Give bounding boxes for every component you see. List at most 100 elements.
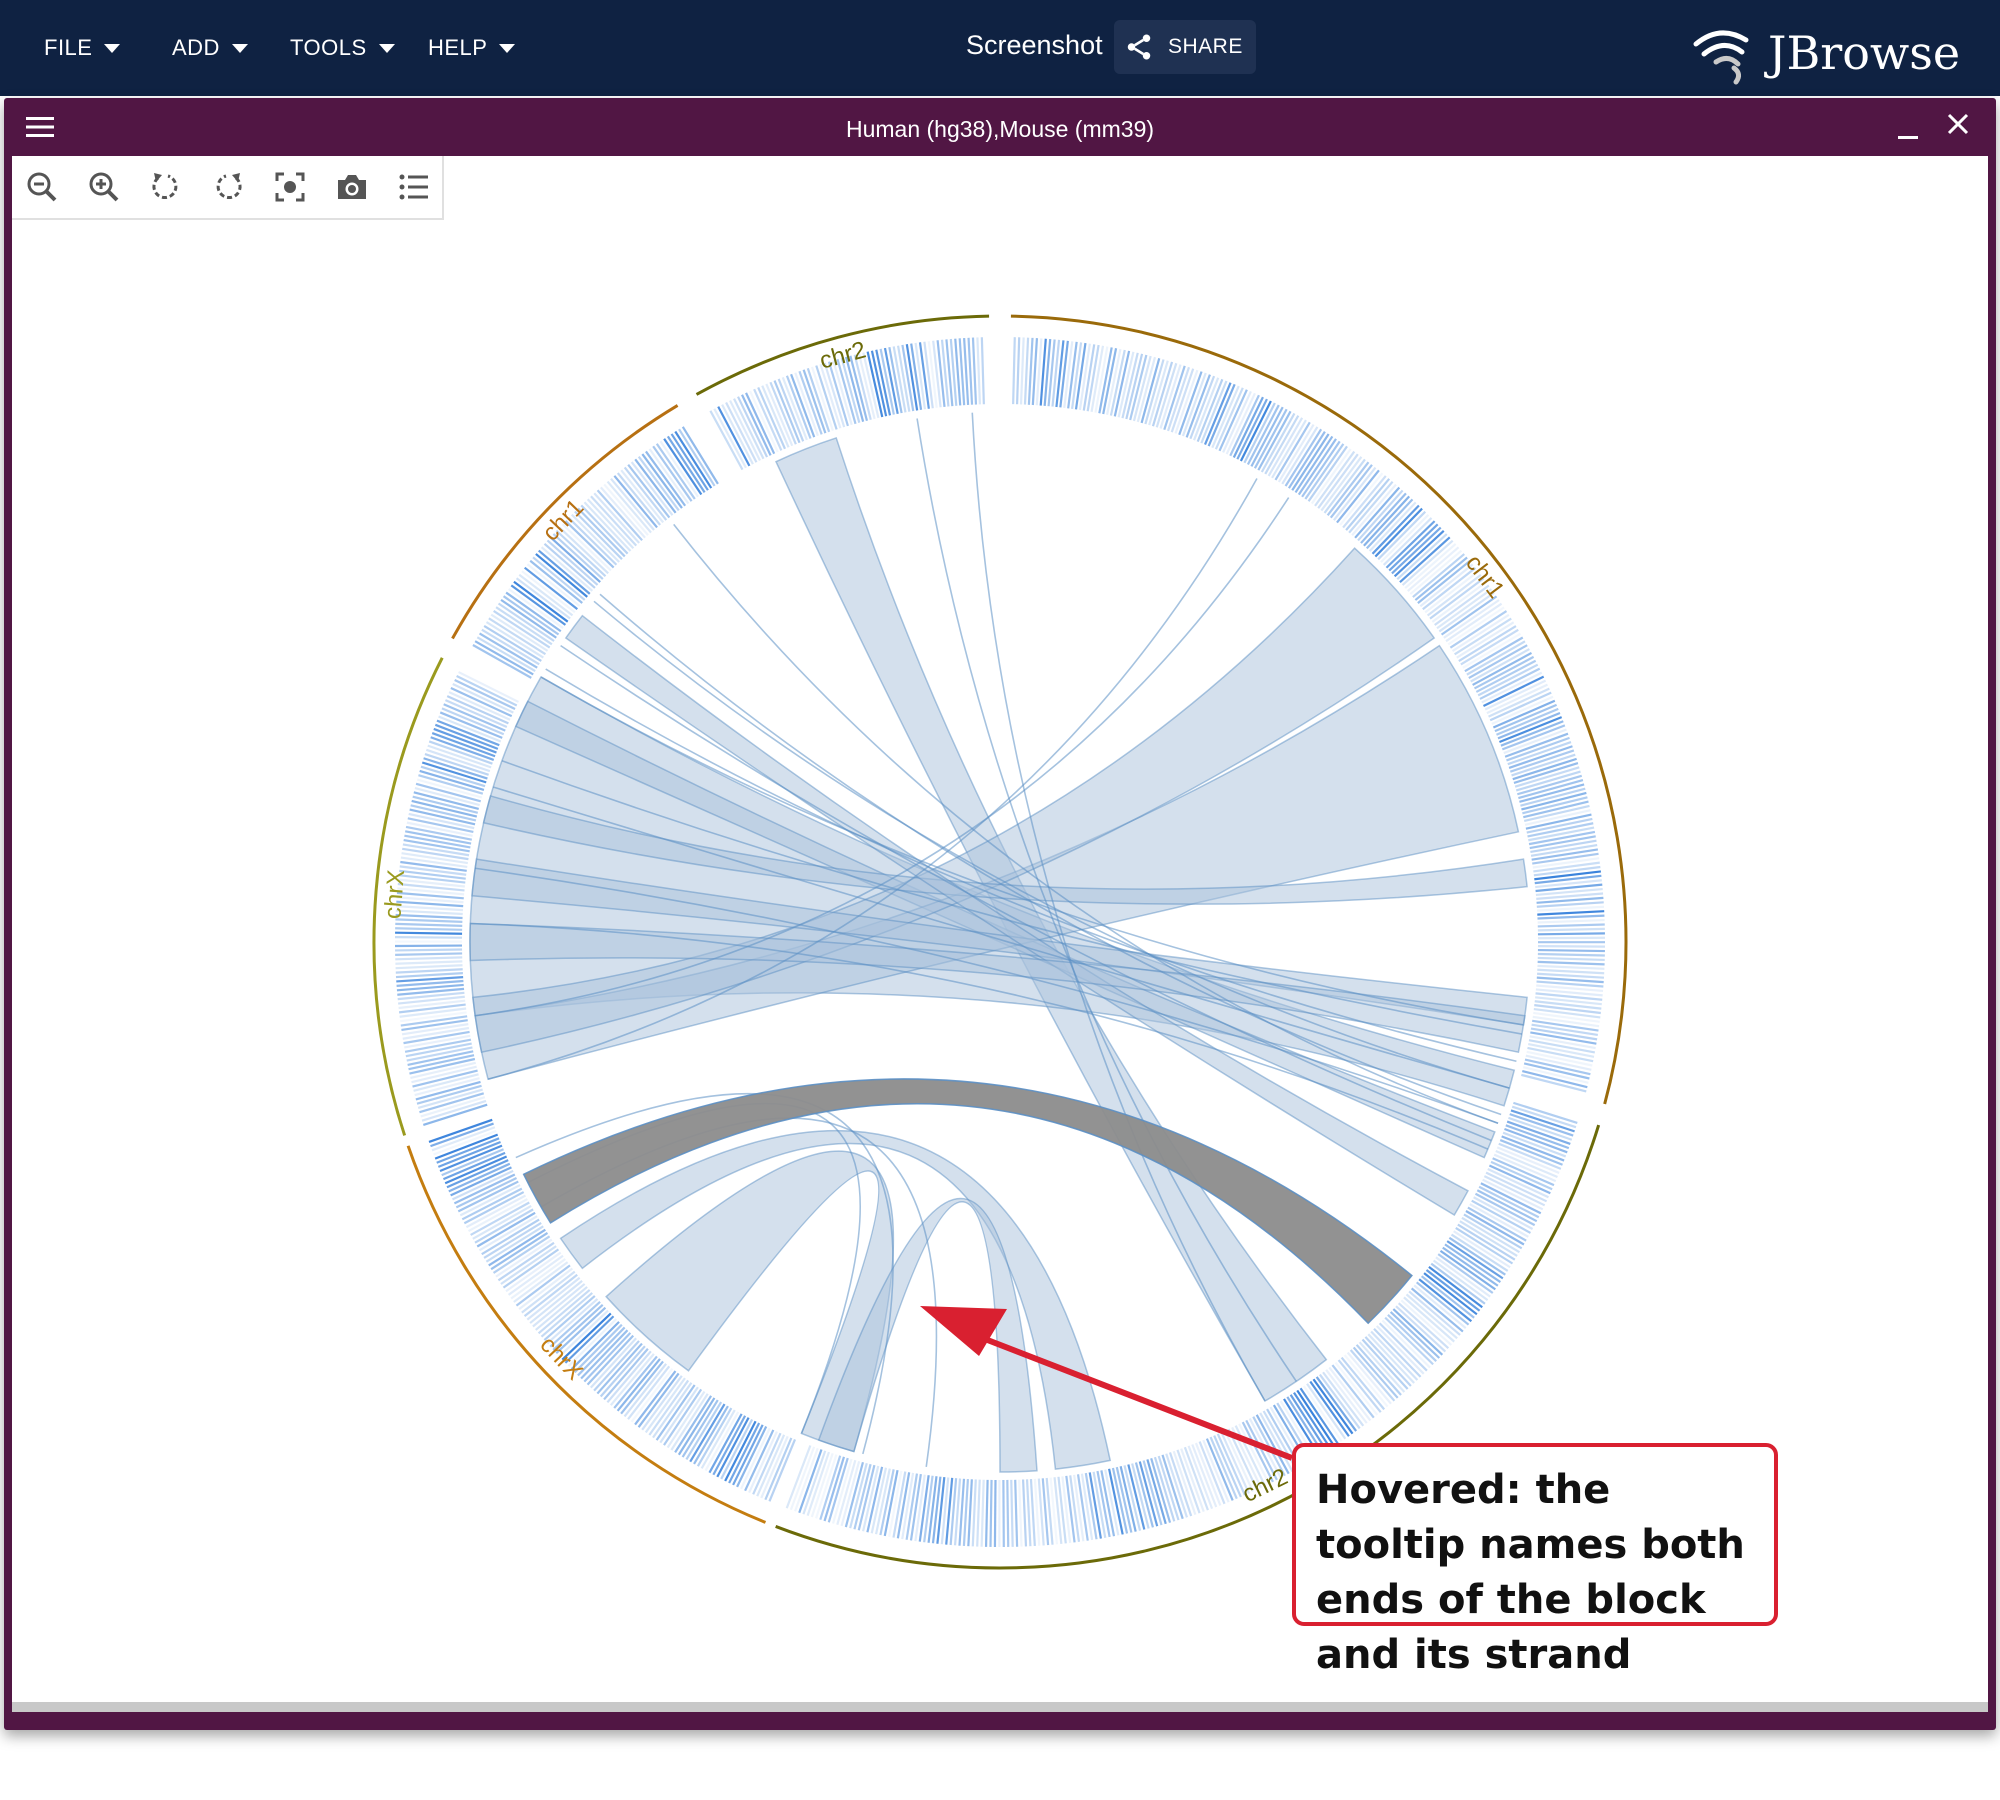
density-tick xyxy=(709,410,744,471)
menu-file[interactable]: FILE xyxy=(44,30,121,66)
density-tick xyxy=(1012,337,1016,405)
density-tick xyxy=(1010,1479,1014,1547)
density-tick xyxy=(980,1479,985,1547)
menu-file-label: FILE xyxy=(44,35,93,60)
density-tick xyxy=(1536,972,1605,979)
density-tick xyxy=(395,948,463,952)
density-tick xyxy=(1537,964,1605,970)
density-tick xyxy=(395,956,463,961)
density-tick xyxy=(1537,932,1605,936)
density-tick xyxy=(927,341,938,408)
density-tick xyxy=(1014,1479,1019,1547)
close-icon[interactable] xyxy=(1946,112,1970,136)
density-tick xyxy=(1537,952,1605,957)
density-tick xyxy=(927,1476,938,1543)
app-bar: FILE ADD TOOLS HELP Screenshot SHARE JBr… xyxy=(0,0,2000,96)
density-tick xyxy=(971,337,978,405)
density-tick xyxy=(1063,341,1074,408)
chromosome-label: chrX xyxy=(379,869,410,920)
logo-text: JBrowse xyxy=(1768,26,1961,80)
density-tick xyxy=(1129,354,1148,421)
density-tick xyxy=(923,341,934,409)
track-list-icon[interactable] xyxy=(396,169,432,205)
menu-tools[interactable]: TOOLS xyxy=(290,30,395,66)
zoom-out-icon[interactable] xyxy=(24,169,60,205)
density-tick xyxy=(989,1479,993,1547)
density-tick xyxy=(967,337,974,405)
density-tick xyxy=(1019,337,1025,405)
view-title: Human (hg38),Mouse (mm39) xyxy=(845,116,1155,142)
density-tick xyxy=(1533,1007,1601,1019)
density-tick xyxy=(1537,914,1605,920)
density-tick xyxy=(1537,927,1605,932)
density-tick xyxy=(962,1478,970,1546)
density-tick xyxy=(1537,945,1605,948)
density-tick xyxy=(1021,1479,1028,1547)
density-tick xyxy=(1511,1105,1577,1129)
density-tick xyxy=(967,1479,973,1547)
rotate-cw-icon[interactable] xyxy=(210,169,246,205)
density-tick xyxy=(1521,1073,1587,1093)
zoom-in-icon[interactable] xyxy=(86,169,122,205)
density-tick xyxy=(1537,910,1605,916)
jbrowse-logo-icon xyxy=(1693,30,1749,85)
density-tick xyxy=(399,1007,467,1018)
camera-icon[interactable] xyxy=(334,169,370,205)
chevron-down-icon xyxy=(499,43,516,53)
density-tick xyxy=(395,972,463,979)
density-tick xyxy=(395,922,463,927)
density-tick xyxy=(1537,905,1605,912)
minimize-icon[interactable] xyxy=(1898,136,1918,139)
density-tick xyxy=(976,337,982,405)
density-tick xyxy=(1513,1101,1578,1124)
density-tick xyxy=(993,1479,997,1547)
density-tick xyxy=(980,337,985,405)
density-tick xyxy=(412,795,479,814)
density-tick xyxy=(1534,1004,1601,1015)
view-toolbar xyxy=(12,156,444,220)
chromosome-label: chr1 xyxy=(537,494,589,546)
density-tick xyxy=(1537,960,1605,966)
density-tick xyxy=(923,1475,934,1543)
density-tick xyxy=(984,1479,989,1547)
density-tick xyxy=(1027,337,1034,405)
density-tick xyxy=(1537,918,1605,924)
chevron-down-icon xyxy=(378,43,395,53)
density-tick xyxy=(1031,338,1039,406)
density-tick xyxy=(1006,1479,1010,1547)
density-tick xyxy=(1015,337,1021,405)
menu-tools-label: TOOLS xyxy=(290,35,367,60)
density-tick xyxy=(1522,1069,1588,1089)
jbrowse-logo: JBrowse xyxy=(1690,18,1960,88)
density-tick xyxy=(1537,948,1605,953)
density-tick xyxy=(395,931,463,935)
share-button[interactable]: SHARE xyxy=(1114,20,1256,74)
annotation-callout: Hovered: the tooltip names both ends of … xyxy=(1292,1443,1778,1678)
density-tick xyxy=(976,1479,981,1547)
density-tick xyxy=(395,936,463,939)
density-tick xyxy=(1023,337,1030,405)
menu-help-label: HELP xyxy=(428,35,488,60)
density-tick xyxy=(713,408,747,469)
density-tick xyxy=(1537,923,1605,928)
density-tick xyxy=(1533,865,1601,877)
density-tick xyxy=(1537,968,1605,975)
menu-help[interactable]: HELP xyxy=(428,30,516,66)
density-tick xyxy=(395,952,463,956)
density-tick xyxy=(971,1479,977,1547)
rotate-ccw-icon[interactable] xyxy=(148,169,184,205)
density-tick xyxy=(963,337,970,406)
density-tick xyxy=(1537,956,1605,962)
session-name[interactable]: Screenshot xyxy=(966,30,1103,61)
density-tick xyxy=(395,960,463,965)
share-label: SHARE xyxy=(1168,35,1243,58)
menu-add[interactable]: ADD xyxy=(172,30,248,66)
density-tick xyxy=(1065,1475,1076,1543)
annotation-arrow-head xyxy=(920,1306,1007,1356)
density-tick xyxy=(395,968,463,974)
chevron-down-icon xyxy=(104,43,121,53)
view-header: Human (hg38),Mouse (mm39) xyxy=(4,98,1996,156)
density-tick xyxy=(395,927,463,931)
menu-add-label: ADD xyxy=(172,35,220,60)
fit-view-icon[interactable] xyxy=(272,169,308,205)
